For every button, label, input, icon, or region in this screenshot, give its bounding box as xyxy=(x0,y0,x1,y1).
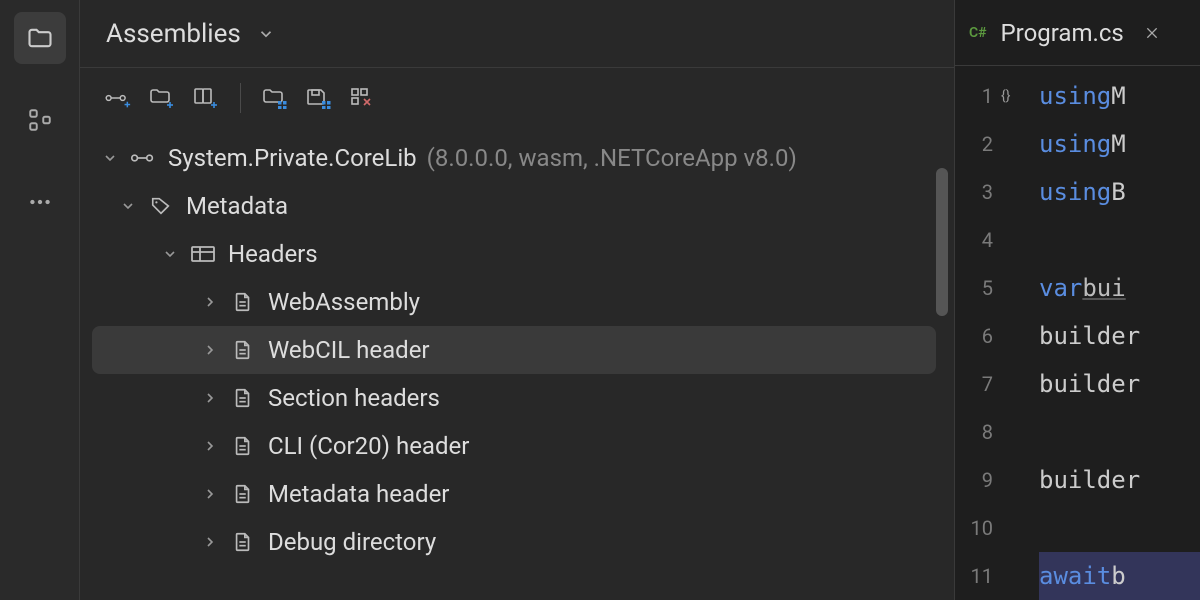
chevron-right-icon xyxy=(198,438,222,454)
tree-node-label: Section headers xyxy=(268,384,440,412)
line-number: 5 xyxy=(955,276,993,300)
tree-node-suffix: (8.0.0.0, wasm, .NETCoreApp v8.0) xyxy=(427,144,797,172)
language-badge: C# xyxy=(969,25,987,41)
scrollbar-thumb[interactable] xyxy=(936,168,948,316)
folder-add-icon xyxy=(149,87,175,109)
code-area[interactable]: using Musing Musing Bvar buibuilderbuild… xyxy=(1013,66,1200,600)
tree-node-label: Headers xyxy=(228,240,318,268)
line-number: 9 xyxy=(955,468,993,492)
line-number: 3 xyxy=(955,180,993,204)
line-number: 8 xyxy=(955,420,993,444)
code-line xyxy=(1039,216,1200,264)
tree-node-label: WebAssembly xyxy=(268,288,420,316)
chevron-right-icon xyxy=(198,342,222,358)
headers-icon xyxy=(188,244,218,264)
structure-icon xyxy=(27,107,53,133)
assembly-icon xyxy=(128,148,158,168)
code-line: builder xyxy=(1039,312,1200,360)
toolbar-separator xyxy=(240,83,241,113)
assemblies-panel: Assemblies xyxy=(80,0,954,600)
tree-node-assembly[interactable]: System.Private.CoreLib (8.0.0.0, wasm, .… xyxy=(80,134,954,182)
sort-icon xyxy=(262,87,288,109)
code-body: 1{}234567891011 using Musing Musing Bvar… xyxy=(955,66,1200,600)
file-icon xyxy=(228,291,258,313)
tree-node-header-item[interactable]: Metadata header xyxy=(80,470,954,518)
line-gutter: 1{}234567891011 xyxy=(955,66,1013,600)
add-assembly-button[interactable] xyxy=(98,78,138,118)
open-nuget-button[interactable] xyxy=(186,78,226,118)
code-line: var bui xyxy=(1039,264,1200,312)
tree-node-header-item[interactable]: CLI (Cor20) header xyxy=(80,422,954,470)
line-number: 1 xyxy=(955,84,993,108)
code-line xyxy=(1039,504,1200,552)
chevron-down-icon xyxy=(257,25,275,43)
tree-node-label: WebCIL header xyxy=(268,336,430,364)
file-icon xyxy=(228,387,258,409)
ellipsis-icon xyxy=(27,189,53,215)
tree-node-label: CLI (Cor20) header xyxy=(268,432,469,460)
folder-icon xyxy=(26,24,54,52)
editor-tab[interactable]: C# Program.cs xyxy=(969,19,1160,47)
save-layout-button[interactable] xyxy=(299,78,339,118)
code-line: using M xyxy=(1039,120,1200,168)
tree-node-label: Metadata xyxy=(186,192,288,220)
panel-title: Assemblies xyxy=(106,19,241,49)
tab-filename: Program.cs xyxy=(1001,19,1124,47)
tree-node-header-item[interactable]: WebCIL header xyxy=(92,326,936,374)
code-line: builder xyxy=(1039,360,1200,408)
activity-explorer[interactable] xyxy=(14,12,66,64)
code-line: using M xyxy=(1039,72,1200,120)
activity-bar xyxy=(0,0,80,600)
code-line xyxy=(1039,408,1200,456)
tag-icon xyxy=(146,195,176,217)
activity-more[interactable] xyxy=(14,176,66,228)
open-folder-button[interactable] xyxy=(142,78,182,118)
chevron-down-icon xyxy=(158,246,182,262)
line-number: 4 xyxy=(955,228,993,252)
chevron-right-icon xyxy=(198,294,222,310)
chevron-right-icon xyxy=(198,534,222,550)
layouts-icon xyxy=(350,87,376,109)
sort-button[interactable] xyxy=(255,78,295,118)
chevron-right-icon xyxy=(198,390,222,406)
chevron-down-icon xyxy=(98,150,122,166)
line-number: 10 xyxy=(955,516,993,540)
code-line: await b xyxy=(1039,552,1200,600)
file-icon xyxy=(228,339,258,361)
line-number: 11 xyxy=(955,564,993,588)
tree-node-metadata[interactable]: Metadata xyxy=(80,182,954,230)
tree-node-label: System.Private.CoreLib xyxy=(168,144,417,172)
code-line: builder xyxy=(1039,456,1200,504)
file-icon xyxy=(228,483,258,505)
panel-toolbar xyxy=(80,68,954,128)
line-number: 7 xyxy=(955,372,993,396)
activity-structure[interactable] xyxy=(14,94,66,146)
code-line: using B xyxy=(1039,168,1200,216)
save-layout-icon xyxy=(306,87,332,109)
panel-header[interactable]: Assemblies xyxy=(80,0,954,68)
file-icon xyxy=(228,435,258,457)
tree-node-header-item[interactable]: WebAssembly xyxy=(80,278,954,326)
line-number: 2 xyxy=(955,132,993,156)
editor-tabs: C# Program.cs xyxy=(955,0,1200,66)
close-icon[interactable] xyxy=(1144,25,1160,41)
manage-layouts-button[interactable] xyxy=(343,78,383,118)
line-number: 6 xyxy=(955,324,993,348)
assembly-tree: System.Private.CoreLib (8.0.0.0, wasm, .… xyxy=(80,128,954,600)
chevron-down-icon xyxy=(116,198,140,214)
assembly-add-icon xyxy=(104,87,132,109)
tree-node-label: Metadata header xyxy=(268,480,449,508)
tree-node-headers[interactable]: Headers xyxy=(80,230,954,278)
package-add-icon xyxy=(193,87,219,109)
tree-node-header-item[interactable]: Section headers xyxy=(80,374,954,422)
chevron-right-icon xyxy=(198,486,222,502)
tree-node-header-item[interactable]: Debug directory xyxy=(80,518,954,566)
tree-node-label: Debug directory xyxy=(268,528,436,556)
file-icon xyxy=(228,531,258,553)
editor-pane: C# Program.cs 1{}234567891011 using Musi… xyxy=(954,0,1200,600)
